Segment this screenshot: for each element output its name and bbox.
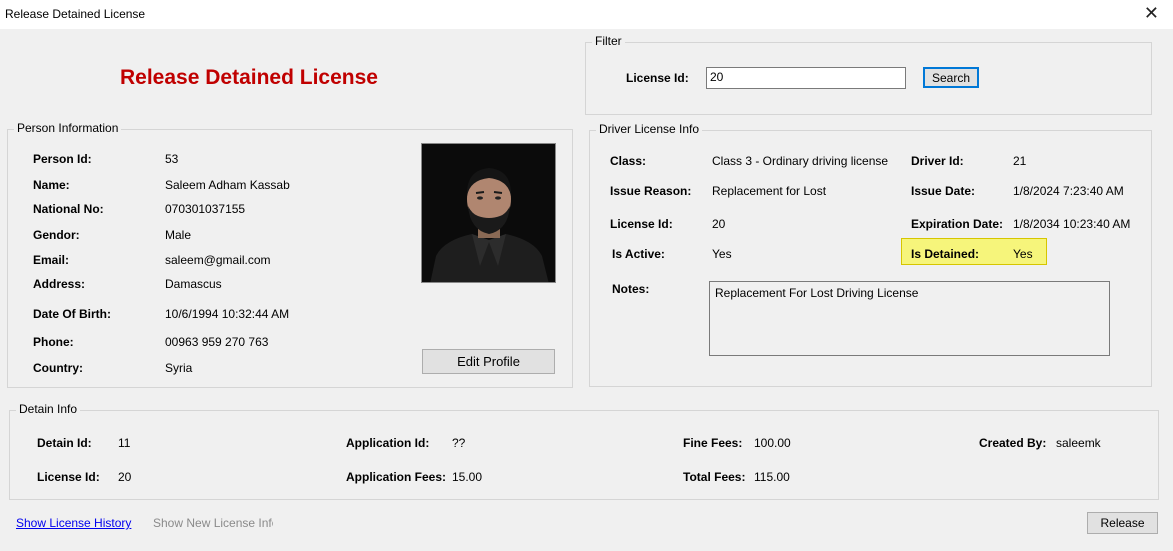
application-fees-value: 15.00	[452, 470, 483, 484]
driver-id-label: Driver Id:	[911, 154, 964, 168]
application-id-label: Application Id:	[346, 436, 430, 450]
address-label: Address:	[33, 277, 86, 291]
date-of-birth-label: Date Of Birth:	[33, 307, 111, 321]
fine-fees-label: Fine Fees:	[683, 436, 743, 450]
national-no-value: 070301037155	[165, 202, 246, 216]
gendor-value: Male	[165, 228, 192, 242]
title-bar: Release Detained License ✕	[0, 0, 1173, 29]
is-detained-value: Yes	[1013, 247, 1033, 261]
notes-field[interactable]: Replacement For Lost Driving License	[709, 281, 1110, 356]
show-license-history-link[interactable]: Show License History	[16, 516, 131, 530]
address-value: Damascus	[165, 277, 222, 291]
detain-info-group-title: Detain Info	[16, 402, 81, 416]
issue-date-value: 1/8/2024 7:23:40 AM	[1013, 184, 1124, 198]
edit-profile-button[interactable]: Edit Profile	[422, 349, 555, 374]
close-icon[interactable]: ✕	[1144, 3, 1159, 24]
driver-license-info-group-title: Driver License Info	[596, 122, 703, 136]
license-license-id-label: License Id:	[610, 217, 673, 231]
window-title: Release Detained License	[5, 7, 146, 21]
class-value: Class 3 - Ordinary driving license	[712, 154, 889, 168]
detain-info-group: Detain Info	[9, 402, 1159, 500]
show-new-license-info-link[interactable]: Show New License Info	[153, 516, 273, 530]
filter-license-id-label: License Id:	[626, 71, 689, 85]
application-id-value: ??	[452, 436, 466, 450]
total-fees-label: Total Fees:	[683, 470, 746, 484]
person-portrait-image	[422, 144, 555, 282]
detain-id-label: Detain Id:	[37, 436, 92, 450]
release-button[interactable]: Release	[1087, 512, 1158, 534]
total-fees-value: 115.00	[754, 470, 790, 484]
detain-license-id-value: 20	[118, 470, 132, 484]
driver-id-value: 21	[1013, 154, 1027, 168]
email-value: saleem@gmail.com	[165, 253, 271, 267]
expiration-date-value: 1/8/2034 10:23:40 AM	[1013, 217, 1131, 231]
search-button[interactable]: Search	[923, 67, 979, 88]
detain-id-value: 11	[118, 436, 131, 450]
phone-label: Phone:	[33, 335, 74, 349]
country-label: Country:	[33, 361, 83, 375]
license-license-id-value: 20	[712, 217, 726, 231]
country-value: Syria	[165, 361, 193, 375]
phone-value: 00963 959 270 763	[165, 335, 269, 349]
name-label: Name:	[33, 178, 70, 192]
created-by-value: saleemk	[1056, 436, 1101, 450]
page-title: Release Detained License	[120, 66, 378, 89]
notes-label: Notes:	[612, 282, 650, 296]
name-value: Saleem Adham Kassab	[165, 178, 290, 192]
license-id-input[interactable]: 20	[706, 67, 906, 89]
expiration-date-label: Expiration Date:	[911, 217, 1004, 231]
issue-reason-label: Issue Reason:	[610, 184, 692, 198]
national-no-label: National No:	[33, 202, 104, 216]
detain-license-id-label: License Id:	[37, 470, 100, 484]
person-id-label: Person Id:	[33, 152, 92, 166]
person-info-group-title: Person Information	[14, 121, 122, 135]
issue-reason-value: Replacement for Lost	[712, 184, 827, 198]
is-detained-label: Is Detained:	[911, 247, 980, 261]
person-photo	[421, 143, 556, 283]
date-of-birth-value: 10/6/1994 10:32:44 AM	[165, 307, 290, 321]
is-active-value: Yes	[712, 247, 732, 261]
created-by-label: Created By:	[979, 436, 1047, 450]
filter-group-title: Filter	[592, 34, 625, 48]
fine-fees-value: 100.00	[754, 436, 791, 450]
issue-date-label: Issue Date:	[911, 184, 976, 198]
is-active-label: Is Active:	[612, 247, 665, 261]
class-label: Class:	[610, 154, 647, 168]
email-label: Email:	[33, 253, 70, 267]
person-id-value: 53	[165, 152, 179, 166]
gendor-label: Gendor:	[33, 228, 80, 242]
application-fees-label: Application Fees:	[346, 470, 447, 484]
